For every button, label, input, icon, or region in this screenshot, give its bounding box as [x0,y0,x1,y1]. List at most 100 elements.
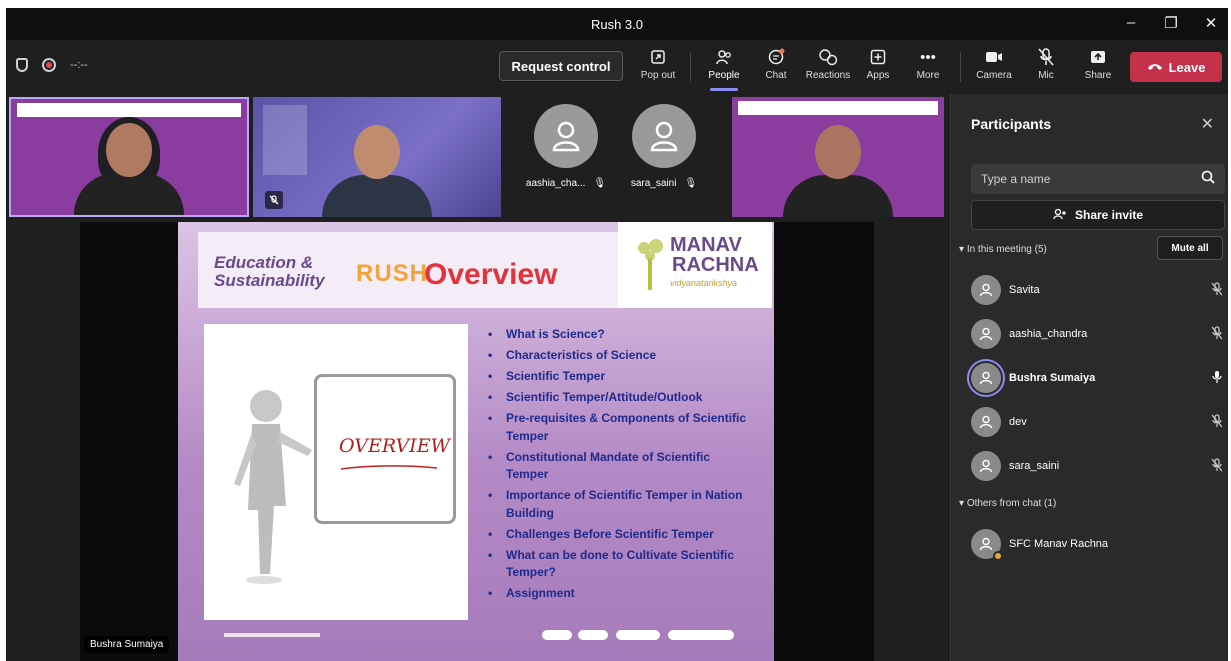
frame-top [0,0,1231,8]
close-icon[interactable]: ✕ [1202,14,1220,32]
search-input[interactable] [981,172,1181,186]
reactions-icon [817,46,839,68]
video-tile-speaker[interactable] [9,97,249,217]
chevron-down-icon: ▾ [959,244,965,255]
window-title: Rush 3.0 [590,16,644,32]
toolbar-separator [960,52,961,82]
others-label: Others from chat (1) [966,498,1057,509]
shared-screen[interactable]: Education & Sustainability RUSH Overview… [80,222,874,661]
more-icon: ••• [920,48,936,66]
avatar-name-row: aashia_cha... 🎙 [526,178,606,189]
participant-name: SFC Manav Rachna [1009,538,1109,550]
share-invite-button[interactable]: Share invite [971,200,1225,230]
chat-label: Chat [765,70,787,81]
reactions-label: Reactions [805,70,851,81]
mic-off-icon [1035,46,1057,68]
slide-footer-decoration [224,630,734,640]
participant-search [971,164,1225,194]
apps-button[interactable]: Apps [852,46,904,90]
video-tile-participant[interactable] [253,97,501,217]
video-tile-participant[interactable] [732,97,944,217]
tree-icon [638,239,663,290]
participant-video [783,125,893,217]
mic-off-icon: 🎙 [593,178,607,189]
in-meeting-label: In this meeting (5) [966,244,1047,255]
mic-off-icon [1209,457,1225,475]
participant-name: Bushra Sumaiya [1009,372,1096,384]
participant-name: Savita [1009,284,1040,296]
meeting-timer: --:-- [70,59,88,71]
maximize-icon[interactable]: ❐ [1162,14,1180,32]
participant-body [74,173,184,215]
leave-button[interactable]: Leave [1130,52,1222,82]
mute-all-button[interactable]: Mute all [1157,236,1223,260]
bullet-item: What is Science? [484,326,754,344]
in-meeting-header[interactable]: ▾ In this meeting (5) [959,244,1047,255]
mic-on-icon [1209,370,1225,387]
people-button[interactable]: People [698,46,750,91]
meeting-toolbar: --:-- Request control Pop out People Cha… [6,40,1228,94]
participant-body [322,175,432,217]
slide-title: Overview [424,258,558,291]
camera-icon [983,46,1005,68]
participant-row[interactable]: aashia_chandra [971,318,1225,350]
participant-body [783,175,893,217]
camera-button[interactable]: Camera [968,46,1020,90]
mic-button[interactable]: Mic [1020,46,1072,90]
reactions-button[interactable]: Reactions [802,46,854,90]
edu-line-2: Sustainability [214,271,325,290]
underline-stroke [340,465,438,470]
mic-label: Mic [1038,70,1054,81]
others-header[interactable]: ▾ Others from chat (1) [959,498,1056,509]
participant-row[interactable]: SFC Manav Rachna [971,528,1225,561]
presenter-name-tag: Bushra Sumaiya [84,636,170,653]
video-banner [738,101,938,115]
participant-name: aashia_chandra [1009,328,1088,340]
bullet-item: Pre-requisites & Components of Scientifi… [484,410,754,445]
toolbar-separator [690,52,691,82]
request-control-button[interactable]: Request control [499,51,623,81]
participant-row[interactable]: dev [971,406,1225,438]
participants-panel: Participants ✕ Share invite ▾ In this me… [950,94,1228,661]
popout-button[interactable]: Pop out [632,46,684,90]
participant-head [354,125,400,179]
shield-icon [16,58,28,72]
avatar-tile-aashia[interactable]: aashia_cha... 🎙 [520,104,612,204]
avatar-name-row: sara_saini 🎙 [631,178,697,189]
mic-off-icon [1209,281,1225,299]
mic-off-icon: 🎙 [684,178,698,189]
share-icon [1087,46,1109,68]
background-poster [263,105,307,175]
avatar [971,363,1001,393]
bullet-item: What can be done to Cultivate Scientific… [484,547,754,582]
window-controls: – ❐ ✕ [1122,14,1220,32]
manav-rachna-logo: MANAV RACHNA vidyanatarikshya [618,222,772,308]
board-text: OVERVIEW [339,435,451,457]
participant-row[interactable]: Bushra Sumaiya [971,362,1225,394]
share-invite-icon [1053,208,1067,223]
presentation-slide: Education & Sustainability RUSH Overview… [178,222,774,661]
logo-line-2: RACHNA [672,254,759,276]
bullet-item: Assignment [484,585,754,603]
popout-label: Pop out [640,70,676,81]
slide-bullet-list: What is Science? Characteristics of Scie… [484,326,754,606]
participant-head [815,125,861,179]
bullet-item: Challenges Before Scientific Temper [484,526,754,544]
participant-row[interactable]: sara_saini [971,450,1225,482]
close-icon[interactable]: ✕ [1201,114,1214,134]
share-button[interactable]: Share [1072,46,1124,90]
avatar-tile-sara[interactable]: sara_saini 🎙 [618,104,710,204]
apps-label: Apps [866,70,890,81]
participant-row[interactable]: Savita [971,274,1225,306]
recording-icon [42,58,56,72]
mic-off-icon [265,191,283,209]
bullet-item: Scientific Temper/Attitude/Outlook [484,389,754,407]
search-icon[interactable] [1201,170,1215,189]
more-button[interactable]: ••• More [902,46,954,90]
people-label: People [708,70,740,81]
minimize-icon[interactable]: – [1122,14,1140,32]
participant-name: sara_saini [630,178,677,189]
avatar [971,319,1001,349]
panel-title: Participants [971,116,1052,132]
chat-button[interactable]: Chat [750,46,802,90]
